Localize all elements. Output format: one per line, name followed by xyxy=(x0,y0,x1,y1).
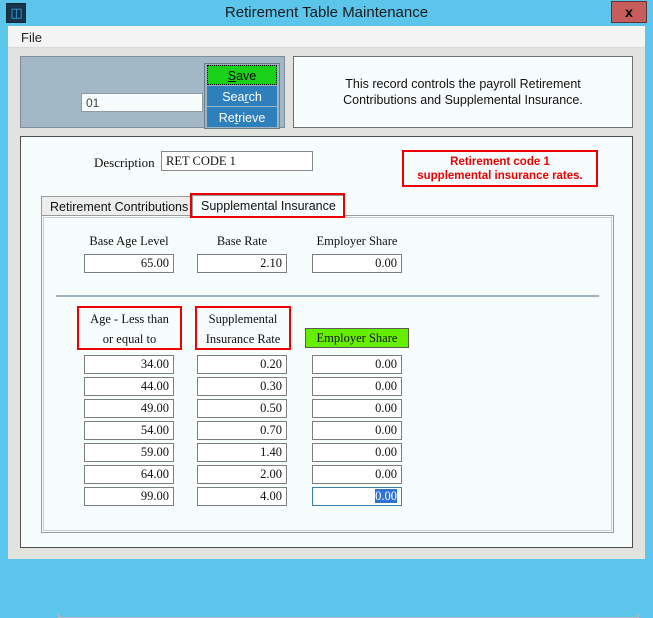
table-row: 64.00 2.00 0.00 xyxy=(42,465,613,487)
application-window: ◫ Retirement Table Maintenance x File Sa… xyxy=(0,0,653,618)
toolbar-panel: Save Search Retrieve xyxy=(20,56,285,129)
age-cell[interactable]: 34.00 xyxy=(84,355,174,374)
table-row: 34.00 0.20 0.00 xyxy=(42,355,613,377)
employer-share-cell[interactable]: 0.00 xyxy=(312,421,402,440)
tab-panel-supplemental-insurance: Base Age Level Base Rate Employer Share … xyxy=(41,215,639,618)
age-cell[interactable]: 44.00 xyxy=(84,377,174,396)
base-employer-share-group: Employer Share xyxy=(312,234,402,273)
column-header-rate: Supplemental Insurance Rate xyxy=(195,306,291,350)
form-panel: Description Retirement code 1 supplement… xyxy=(20,136,639,618)
info-box: This record controls the payroll Retirem… xyxy=(293,56,633,128)
base-age-level-group: Base Age Level xyxy=(84,234,174,273)
retirement-code-input[interactable] xyxy=(81,93,203,112)
base-age-level-label: Base Age Level xyxy=(89,234,169,248)
table-row: 44.00 0.30 0.00 xyxy=(42,377,613,399)
rate-cell[interactable]: 2.00 xyxy=(197,465,287,484)
employer-share-cell[interactable]: 0.00 xyxy=(312,377,402,396)
window-title: Retirement Table Maintenance xyxy=(224,4,429,21)
rate-cell[interactable]: 0.70 xyxy=(197,421,287,440)
description-label: Description xyxy=(94,155,155,170)
panel-bottom-border xyxy=(58,614,639,618)
base-rate-input[interactable] xyxy=(197,254,287,273)
employer-share-cell[interactable]: 0.00 xyxy=(312,399,402,418)
rate-cell[interactable]: 4.00 xyxy=(197,487,287,506)
tab-retirement-contributions[interactable]: Retirement Contributions xyxy=(41,196,198,216)
column-header-age: Age - Less than or equal to xyxy=(77,306,182,350)
tab-strip: Retirement Contributions Supplemental In… xyxy=(41,193,614,218)
rate-table-rows: 34.00 0.20 0.00 44.00 0.30 0.00 49.00 0.50 0.00 5… xyxy=(42,355,613,509)
age-cell[interactable]: 99.00 xyxy=(84,487,174,506)
column-header-employer-share: Employer Share xyxy=(305,328,409,348)
title-bar: ◫ Retirement Table Maintenance x xyxy=(0,0,653,26)
annotation-text: Retirement code 1 supplemental insurance… xyxy=(417,155,583,182)
rate-cell[interactable]: 0.20 xyxy=(197,355,287,374)
base-rate-group: Base Rate xyxy=(197,234,287,273)
client-area: Save Search Retrieve This record control… xyxy=(8,48,645,618)
menu-item-file[interactable]: File xyxy=(16,28,47,47)
rate-cell[interactable]: 1.40 xyxy=(197,443,287,462)
age-cell[interactable]: 54.00 xyxy=(84,421,174,440)
employer-share-cell[interactable]: 0.00 xyxy=(312,465,402,484)
base-rate-label: Base Rate xyxy=(216,234,268,248)
employer-share-cell[interactable]: 0.00 xyxy=(312,443,402,462)
annotation-callout: Retirement code 1 supplemental insurance… xyxy=(402,150,598,187)
employer-share-cell[interactable]: 0.00 xyxy=(312,487,402,506)
menu-bar: File xyxy=(8,26,645,48)
info-box-text: This record controls the payroll Retirem… xyxy=(343,77,583,107)
close-button[interactable]: x xyxy=(611,1,647,23)
action-button-stack: Save Search Retrieve xyxy=(204,63,280,129)
rate-cell[interactable]: 0.50 xyxy=(197,399,287,418)
age-cell[interactable]: 64.00 xyxy=(84,465,174,484)
description-input[interactable] xyxy=(161,151,313,171)
tab-supplemental-insurance[interactable]: Supplemental Insurance xyxy=(192,195,345,216)
table-row: 54.00 0.70 0.00 xyxy=(42,421,613,443)
age-cell[interactable]: 59.00 xyxy=(84,443,174,462)
table-row: 59.00 1.40 0.00 xyxy=(42,443,613,465)
base-employer-share-input[interactable] xyxy=(312,254,402,273)
section-divider xyxy=(56,295,599,297)
table-row: 99.00 4.00 0.00 xyxy=(42,487,613,509)
table-row: 49.00 0.50 0.00 xyxy=(42,399,613,421)
retrieve-button[interactable]: Retrieve xyxy=(207,107,277,127)
base-age-level-input[interactable] xyxy=(84,254,174,273)
rate-cell[interactable]: 0.30 xyxy=(197,377,287,396)
search-button[interactable]: Search xyxy=(207,86,277,106)
age-cell[interactable]: 49.00 xyxy=(84,399,174,418)
base-employer-share-label: Employer Share xyxy=(316,234,398,248)
employer-share-cell[interactable]: 0.00 xyxy=(312,355,402,374)
save-button[interactable]: Save xyxy=(207,65,277,85)
